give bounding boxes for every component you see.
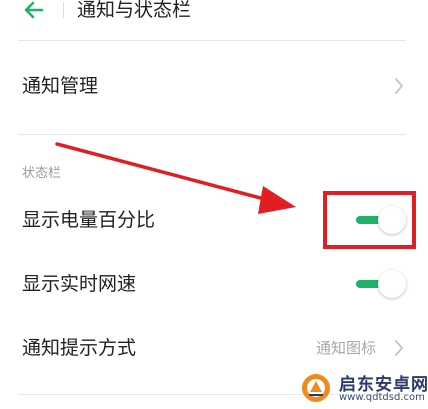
notification-style-row[interactable]: 通知提示方式 通知图标 [0,320,428,376]
chevron-right-icon [395,78,403,94]
notification-style-value: 通知图标 [315,339,376,357]
back-arrow-icon [24,1,44,19]
status-bar-section-title: 状态栏 [22,166,62,181]
header-divider [63,2,64,18]
chevron-right-icon [395,340,403,356]
battery-percentage-label: 显示电量百分比 [22,209,156,231]
annotation-highlight-box [323,191,416,249]
section-separator [18,134,406,135]
network-speed-toggle[interactable] [354,269,408,299]
watermark-logo-icon [302,374,330,402]
notification-style-label: 通知提示方式 [22,337,137,359]
watermark-url: www.qdtdsd.com [339,392,425,403]
back-button[interactable] [22,0,46,22]
header-separator [18,40,406,41]
network-speed-label: 显示实时网速 [22,273,137,295]
page-title: 通知与状态栏 [77,0,192,21]
toggle-knob [378,270,406,298]
notification-management-label: 通知管理 [22,75,99,97]
notification-management-row[interactable]: 通知管理 [0,58,428,114]
app-header: 通知与状态栏 [0,0,428,40]
watermark: 启东安卓网 www.qdtdsd.com [299,370,428,406]
